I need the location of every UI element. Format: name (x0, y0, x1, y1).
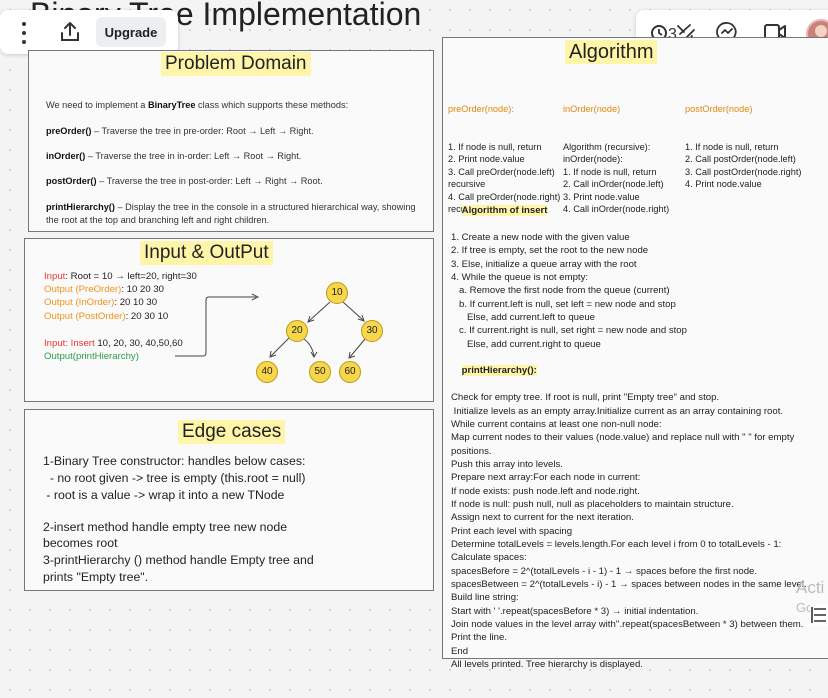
tree-edge-20-40 (270, 336, 291, 357)
activation-watermark: Acti (796, 578, 825, 597)
tree-edge-30-60 (349, 338, 366, 358)
tree-node-60: 60 (339, 361, 361, 383)
edge-cases-frame: Edge cases 1-Binary Tree constructor: ha… (24, 409, 434, 591)
problem-domain-title: Problem Domain (161, 52, 311, 76)
edge-cases-title: Edge cases (178, 420, 286, 444)
edge-line-7: 3-printHierarchy () method handle Empty … (43, 553, 314, 567)
share-icon[interactable] (58, 20, 82, 44)
more-vertical-icon[interactable] (14, 22, 34, 44)
edge-line-1: 1-Binary Tree constructor: handles below… (43, 454, 306, 468)
upgrade-button[interactable]: Upgrade (96, 17, 166, 47)
top-left-toolbar: Upgrade (0, 10, 178, 54)
tree-node-20: 20 (286, 320, 308, 342)
edge-line-5: 2-insert method handle empty tree new no… (43, 520, 288, 534)
problem-domain-frame: Problem Domain We need to implement a Bi… (28, 50, 434, 232)
method-printhierarchy: printHierarchy() – Display the tree in t… (46, 202, 416, 225)
problem-domain-intro: We need to implement a BinaryTree class … (46, 100, 349, 110)
edge-line-3: - root is a value -> wrap it into a new … (43, 488, 285, 502)
tree-node-40: 40 (256, 361, 278, 383)
edge-line-6: becomes root (43, 536, 118, 550)
list-icon[interactable] (810, 604, 828, 626)
tree-edge-20-50 (303, 338, 315, 357)
method-preorder: preOrder() – Traverse the tree in pre-or… (46, 126, 314, 136)
edge-line-8: prints "Empty tree". (43, 570, 149, 584)
method-inorder: inOrder() – Traverse the tree in in-orde… (46, 151, 302, 161)
algorithm-frame: Algorithm preOrder(node): 1. If node is … (442, 37, 828, 670)
method-postorder: postOrder() – Traverse the tree in post-… (46, 176, 323, 186)
edge-line-2: - no root given -> tree is empty (this.r… (43, 471, 306, 485)
connector-arrow (175, 296, 256, 357)
algorithm-title: Algorithm (565, 40, 658, 64)
input-output-frame: Input & OutPut Input: Root = 10 → left=2… (24, 238, 434, 402)
tree-node-10: 10 (326, 282, 348, 304)
tree-node-50: 50 (309, 361, 331, 383)
tree-edge-10-20 (308, 301, 331, 322)
tree-node-30: 30 (361, 320, 383, 342)
insert-algorithm: Algorithm of insert 1. Create a new node… (451, 205, 807, 671)
tree-edge-10-30 (342, 301, 364, 321)
